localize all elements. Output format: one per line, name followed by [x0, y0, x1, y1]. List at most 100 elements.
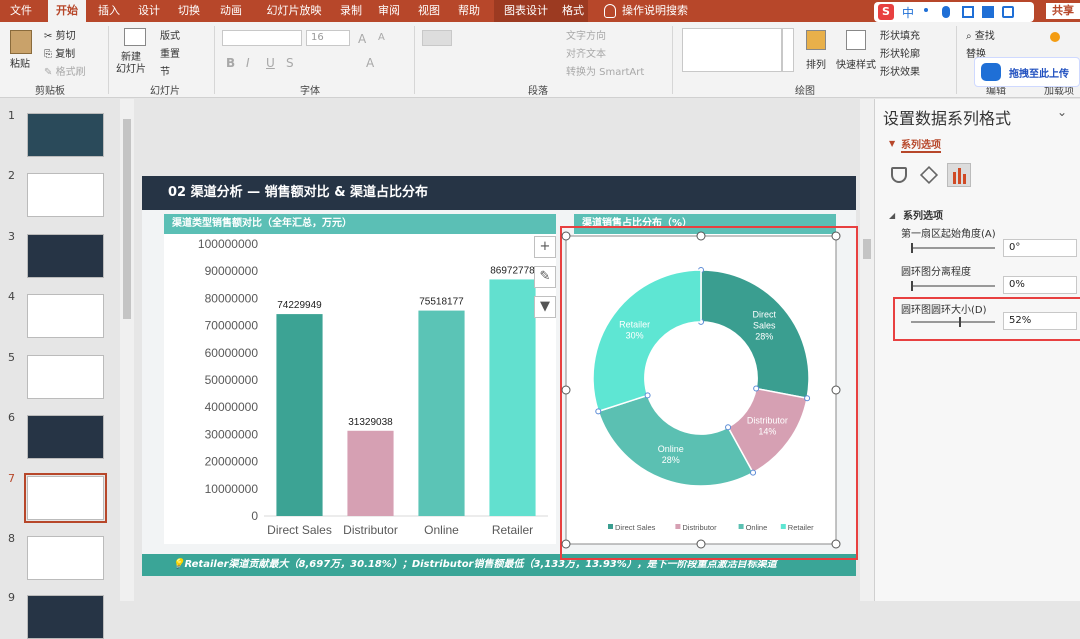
new-slide-button[interactable]: 新建 幻灯片	[116, 52, 146, 76]
new-slide-icon[interactable]	[124, 28, 146, 46]
pane-options-chevron-icon[interactable]: ⌄	[1057, 105, 1067, 119]
cloud-upload-button[interactable]: 拖拽至此上传	[974, 57, 1080, 87]
layout-button[interactable]: 版式	[160, 27, 180, 42]
fill-line-icon[interactable]	[891, 167, 907, 183]
explosion-slider[interactable]	[911, 285, 995, 287]
series-options-tab[interactable]: 系列选项	[901, 136, 941, 153]
bold-icon[interactable]: B	[226, 56, 235, 70]
cloud-upload-label: 拖拽至此上传	[1009, 69, 1069, 80]
font-family-combo[interactable]	[222, 30, 302, 46]
quick-styles-icon[interactable]	[846, 30, 866, 50]
reset-button[interactable]: 重置	[160, 45, 180, 60]
thumbnail-number: 4	[8, 290, 15, 303]
convert-smartart-button[interactable]: 转换为 SmartArt	[566, 63, 644, 78]
donut-chart[interactable]: Direct Sales 28%Distributor 14%Online 28%Ret…	[560, 226, 858, 560]
slide-title[interactable]: 02 渠道分析 — 销售额对比 & 渠道占比分布	[142, 176, 856, 210]
underline-icon[interactable]: U	[266, 56, 275, 70]
font-color-icon[interactable]: A	[366, 56, 374, 70]
resize-handle	[831, 539, 841, 549]
find-button[interactable]: ⌕ 查找	[966, 27, 995, 42]
share-button[interactable]: 共享	[1046, 3, 1080, 19]
cut-button[interactable]: ✂ 剪切	[44, 27, 76, 42]
chart-filter-funnel-icon[interactable]: ▼	[534, 296, 556, 318]
shape-outline-button[interactable]: 形状轮廓	[880, 45, 920, 60]
slide-thumbnail[interactable]	[27, 536, 104, 580]
hole-size-slider[interactable]	[911, 321, 995, 323]
ribbon: 粘贴 ✂ 剪切 ⎘ 复制 ✎ 格式刷 剪贴板 新建 幻灯片 版式 重置 节 幻灯…	[0, 22, 1080, 98]
ime-mode-label[interactable]: 中	[902, 4, 914, 21]
slide-thumbnail[interactable]	[27, 595, 104, 639]
effects-pentagon-icon[interactable]	[919, 165, 939, 185]
grow-font-icon[interactable]: A	[358, 32, 366, 46]
shrink-font-icon[interactable]: A	[378, 32, 385, 43]
bar-chart-panel[interactable]: 渠道类型销售额对比（全年汇总，万元） 0 10000000 20000000 3000…	[164, 214, 556, 544]
slide-thumbnail[interactable]	[27, 355, 104, 399]
arrange-icon[interactable]	[806, 30, 826, 50]
text-direction-button[interactable]: 文字方向	[566, 27, 606, 42]
tab-animations[interactable]: 动画	[212, 0, 250, 22]
thumbnail-scrollbar[interactable]	[120, 99, 134, 601]
shapes-gallery-scroll[interactable]	[782, 28, 794, 72]
bullets-button[interactable]	[422, 30, 452, 46]
tab-home[interactable]: 开始	[48, 0, 86, 22]
slide-thumbnail[interactable]	[27, 294, 104, 338]
slide-thumbnail[interactable]	[27, 113, 104, 157]
tab-file[interactable]: 文件	[4, 0, 38, 22]
series-options-chart-icon[interactable]	[947, 163, 971, 187]
section-caret-icon[interactable]: ◢	[889, 211, 895, 220]
chart-styles-brush-icon[interactable]: ✎	[534, 266, 556, 288]
shape-fill-button[interactable]: 形状填充	[880, 27, 920, 42]
microphone-icon[interactable]	[942, 6, 950, 18]
y-tick-label: 30000000	[205, 427, 259, 441]
italic-icon[interactable]: I	[246, 56, 250, 70]
scrollbar-thumb[interactable]	[863, 239, 871, 259]
tell-me-search[interactable]: 操作说明搜索	[622, 0, 692, 22]
tab-view[interactable]: 视图	[412, 0, 446, 22]
shape-effects-button[interactable]: 形状效果	[880, 63, 920, 78]
hole-size-field[interactable]: 52%	[1003, 312, 1077, 330]
clipboard-icon[interactable]	[10, 30, 32, 54]
sogou-logo-icon[interactable]: S	[878, 4, 894, 20]
punctuation-icon[interactable]	[924, 8, 928, 12]
tab-slideshow[interactable]: 幻灯片放映	[258, 0, 330, 22]
copy-button[interactable]: ⎘ 复制	[44, 45, 75, 60]
point-handle	[750, 469, 757, 476]
canvas-scrollbar[interactable]	[860, 99, 874, 601]
slider-handle[interactable]	[959, 317, 961, 327]
quick-styles-button[interactable]: 快速样式	[836, 56, 876, 71]
first-slice-angle-field[interactable]: 0°	[1003, 239, 1077, 257]
tab-format[interactable]: 格式	[558, 0, 588, 22]
font-size-combo[interactable]: 16	[306, 30, 350, 46]
shapes-gallery[interactable]	[682, 28, 782, 72]
tab-review[interactable]: 审阅	[372, 0, 406, 22]
chart-elements-plus-icon[interactable]: +	[534, 236, 556, 258]
addins-icon[interactable]	[1050, 32, 1060, 42]
shadow-icon[interactable]: S	[286, 56, 294, 70]
skin-icon[interactable]	[982, 6, 994, 18]
section-button[interactable]: 节	[160, 63, 170, 78]
slide-thumbnail[interactable]	[27, 173, 104, 217]
tab-chart-design[interactable]: 图表设计	[494, 0, 558, 22]
slide-thumbnail-selected[interactable]	[24, 473, 107, 523]
arrange-button[interactable]: 排列	[806, 56, 826, 71]
series-options-section[interactable]: 系列选项	[903, 207, 943, 222]
tab-insert[interactable]: 插入	[92, 0, 126, 22]
bar-data-label: 74229949	[277, 300, 322, 311]
tab-design[interactable]: 设计	[132, 0, 166, 22]
first-slice-angle-slider[interactable]	[911, 247, 995, 249]
toolbox-icon[interactable]	[1002, 6, 1014, 18]
slide-thumbnail[interactable]	[27, 415, 104, 459]
scrollbar-thumb[interactable]	[123, 119, 131, 319]
keyboard-icon[interactable]	[962, 6, 974, 18]
slide-thumbnail[interactable]	[27, 234, 104, 278]
tab-record[interactable]: 录制	[334, 0, 368, 22]
paste-button[interactable]: 粘贴	[10, 55, 30, 70]
tab-help[interactable]: 帮助	[452, 0, 486, 22]
bar-data-label: 31329038	[348, 417, 393, 428]
align-text-button[interactable]: 对齐文本	[566, 45, 606, 60]
slider-handle[interactable]	[911, 243, 913, 253]
explosion-field[interactable]: 0%	[1003, 276, 1077, 294]
format-painter-button[interactable]: ✎ 格式刷	[44, 63, 86, 78]
slider-handle[interactable]	[911, 281, 913, 291]
tab-transitions[interactable]: 切换	[172, 0, 206, 22]
